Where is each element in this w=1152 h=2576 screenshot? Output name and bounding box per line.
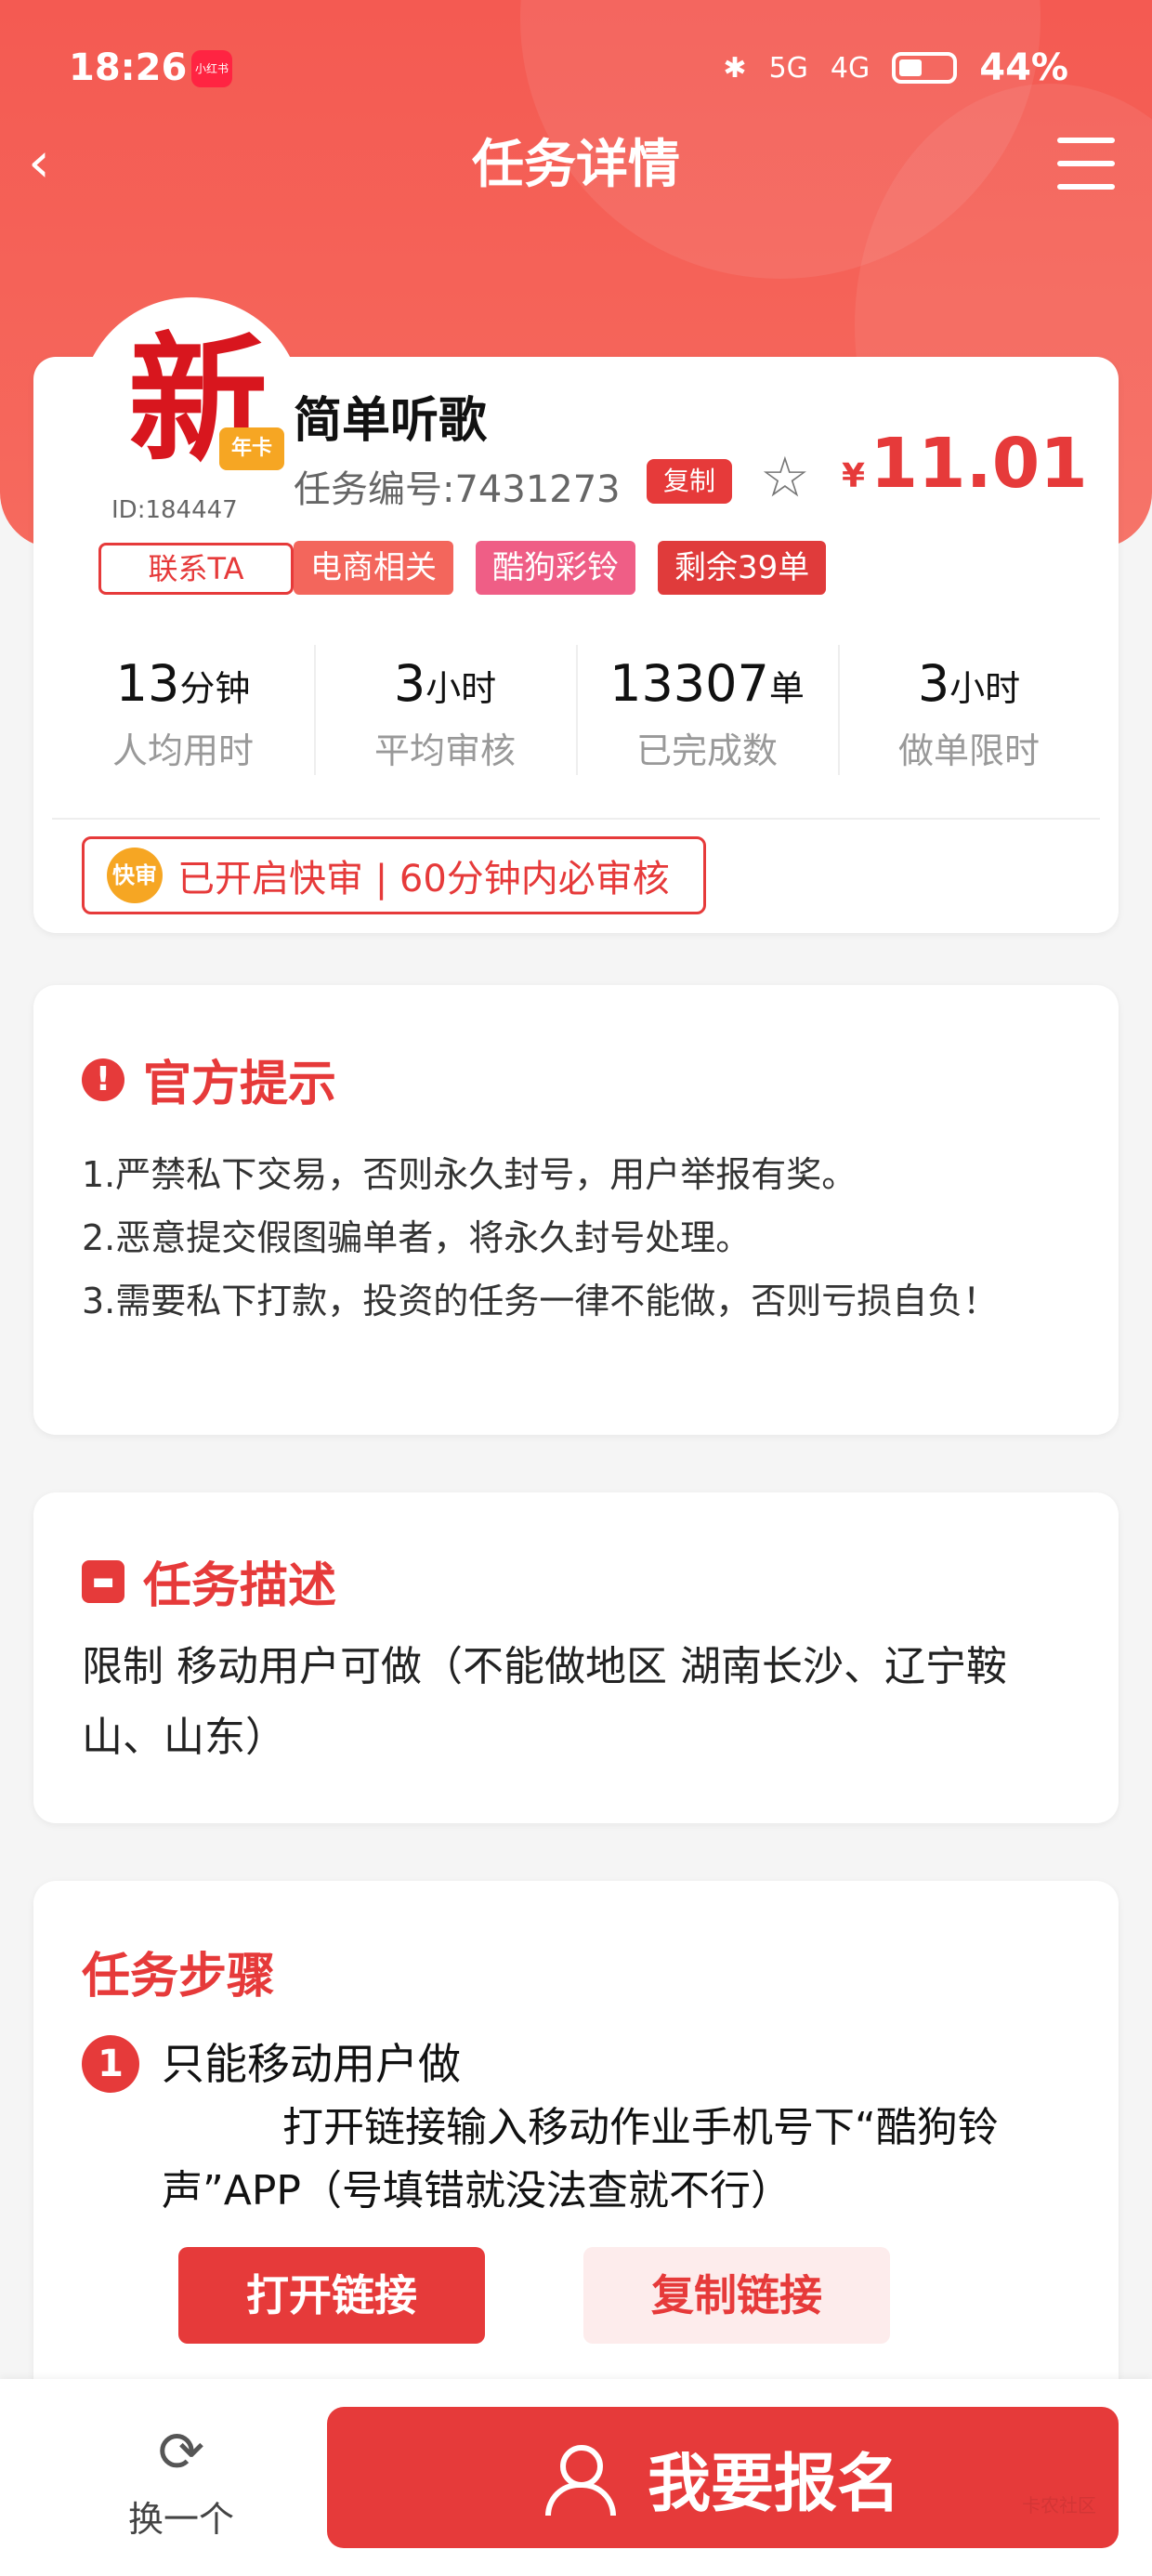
signup-label: 我要报名 [647,2447,900,2521]
official-notice-card: ! 官方提示 1.严禁私下交易，否则永久封号，用户举报有奖。 2.恶意提交假图骗… [33,985,1119,1435]
user-icon [544,2445,616,2516]
task-steps-card: 任务步骤 1 只能移动用户做 打开链接输入移动作业手机号下“酷狗铃声”APP（号… [33,1881,1119,2401]
status-bar: 18:26 小红书 ✱ 5G 4G 44% [0,0,1152,130]
fast-review-badge: 快审 已开启快审 | 60分钟内必审核 [82,836,706,914]
stat-unit: 分钟 [179,668,251,709]
menu-icon-line [1057,138,1115,143]
currency-symbol: ¥ [842,457,866,495]
status-indicators: ✱ 5G 4G 44% [723,46,1068,89]
menu-icon-line [1057,161,1115,166]
description-text: 限制 移动用户可做（不能做地区 湖南长沙、辽宁鞍山、山东） [82,1643,1007,1761]
step-number: 1 [82,2035,139,2093]
battery-icon [892,52,958,84]
stat-avg-review: 3小时 平均审核 [314,636,576,775]
document-icon: ▬ [82,1559,124,1603]
status-time: 18:26 [69,46,188,89]
task-summary-card: 新 年卡 ID:184447 联系TA 简单听歌 任务编号:7431273 复制… [33,297,1119,933]
favorite-star-icon[interactable]: ☆ [760,450,810,506]
task-price: ¥ 11.01 [842,424,1088,504]
stat-unit: 小时 [949,668,1021,709]
fast-review-icon: 快审 [107,848,163,903]
menu-button[interactable] [1057,138,1115,190]
menu-icon-line [1057,184,1115,190]
step-item: 1 只能移动用户做 [82,2035,461,2093]
copy-link-button[interactable]: 复制链接 [583,2247,890,2344]
refresh-icon: ⟳ [157,2420,205,2485]
stat-label: 做单限时 [897,730,1040,771]
stat-label: 人均用时 [111,730,254,771]
battery-percent: 44% [979,46,1068,89]
divider [52,818,1100,820]
price-value: 11.01 [870,424,1088,504]
annual-card-badge: 年卡 [219,427,284,470]
tag-remaining: 剩余39单 [658,541,827,595]
task-stats: 13分钟 人均用时 3小时 平均审核 13307单 已完成数 3小时 做单限时 [52,636,1100,775]
stat-time-limit: 3小时 做单限时 [838,636,1100,775]
stat-value: 13307 [609,654,769,713]
notice-title: 官方提示 [143,1057,337,1112]
contact-button[interactable]: 联系TA [98,543,294,595]
switch-label: 换一个 [127,2499,234,2540]
steps-title: 任务步骤 [82,1949,276,2004]
step-title: 只能移动用户做 [162,2039,461,2089]
task-number: 任务编号:7431273 [294,468,621,511]
notice-item: 2.恶意提交假图骗单者，将永久封号处理。 [82,1217,752,1258]
description-title: 任务描述 [143,1558,337,1614]
signal-4g-icon: 4G [830,51,871,85]
page-title: 任务详情 [472,135,680,195]
stat-value: 3 [393,654,426,713]
stat-completed: 13307单 已完成数 [576,636,838,775]
publisher-id: ID:184447 [111,496,238,524]
exclamation-icon: ! [82,1058,124,1101]
tag-type: 酷狗彩铃 [476,541,635,595]
switch-task-button[interactable]: ⟳ 换一个 [111,2420,251,2542]
stat-unit: 单 [768,668,805,709]
bottom-action-bar: ⟳ 换一个 我要报名 卡农社区 [0,2379,1152,2576]
open-link-button[interactable]: 打开链接 [178,2247,485,2344]
stat-label: 已完成数 [635,730,778,771]
fast-review-text: 已开启快审 | 60分钟内必审核 [177,858,670,900]
task-title: 简单听歌 [294,393,488,449]
copy-task-number-button[interactable]: 复制 [647,459,732,504]
notice-list: 1.严禁私下交易，否则永久封号，用户举报有奖。 2.恶意提交假图骗单者，将永久封… [82,1143,1067,1333]
notice-heading: ! 官方提示 [82,1045,336,1114]
notice-item: 3.需要私下打款，投资的任务一律不能做，否则亏损自负！ [82,1281,999,1321]
task-description-card: ▬ 任务描述 限制 移动用户可做（不能做地区 湖南长沙、辽宁鞍山、山东） [33,1492,1119,1823]
tag-category: 电商相关 [294,541,453,595]
notice-item: 1.严禁私下交易，否则永久封号，用户举报有奖。 [82,1154,857,1195]
step-description: 打开链接输入移动作业手机号下“酷狗铃声”APP（号填错就没法查就不行） [162,2104,999,2215]
watermark-logo: 卡农社区 [1022,2494,1096,2517]
task-tags: 电商相关 酷狗彩铃 剩余39单 [294,541,827,595]
signal-5g-icon: 5G [768,51,808,85]
signup-button[interactable]: 我要报名 [327,2407,1119,2548]
bluetooth-icon: ✱ [723,51,747,85]
stat-unit: 小时 [425,668,497,709]
stat-avg-time: 13分钟 人均用时 [52,636,314,775]
stat-value: 13 [115,654,180,713]
stat-value: 3 [917,654,950,713]
description-heading: ▬ 任务描述 [82,1546,336,1616]
avatar[interactable]: 新 年卡 [80,297,303,520]
app-notification-icon: 小红书 [191,50,232,87]
stat-label: 平均审核 [373,730,516,771]
